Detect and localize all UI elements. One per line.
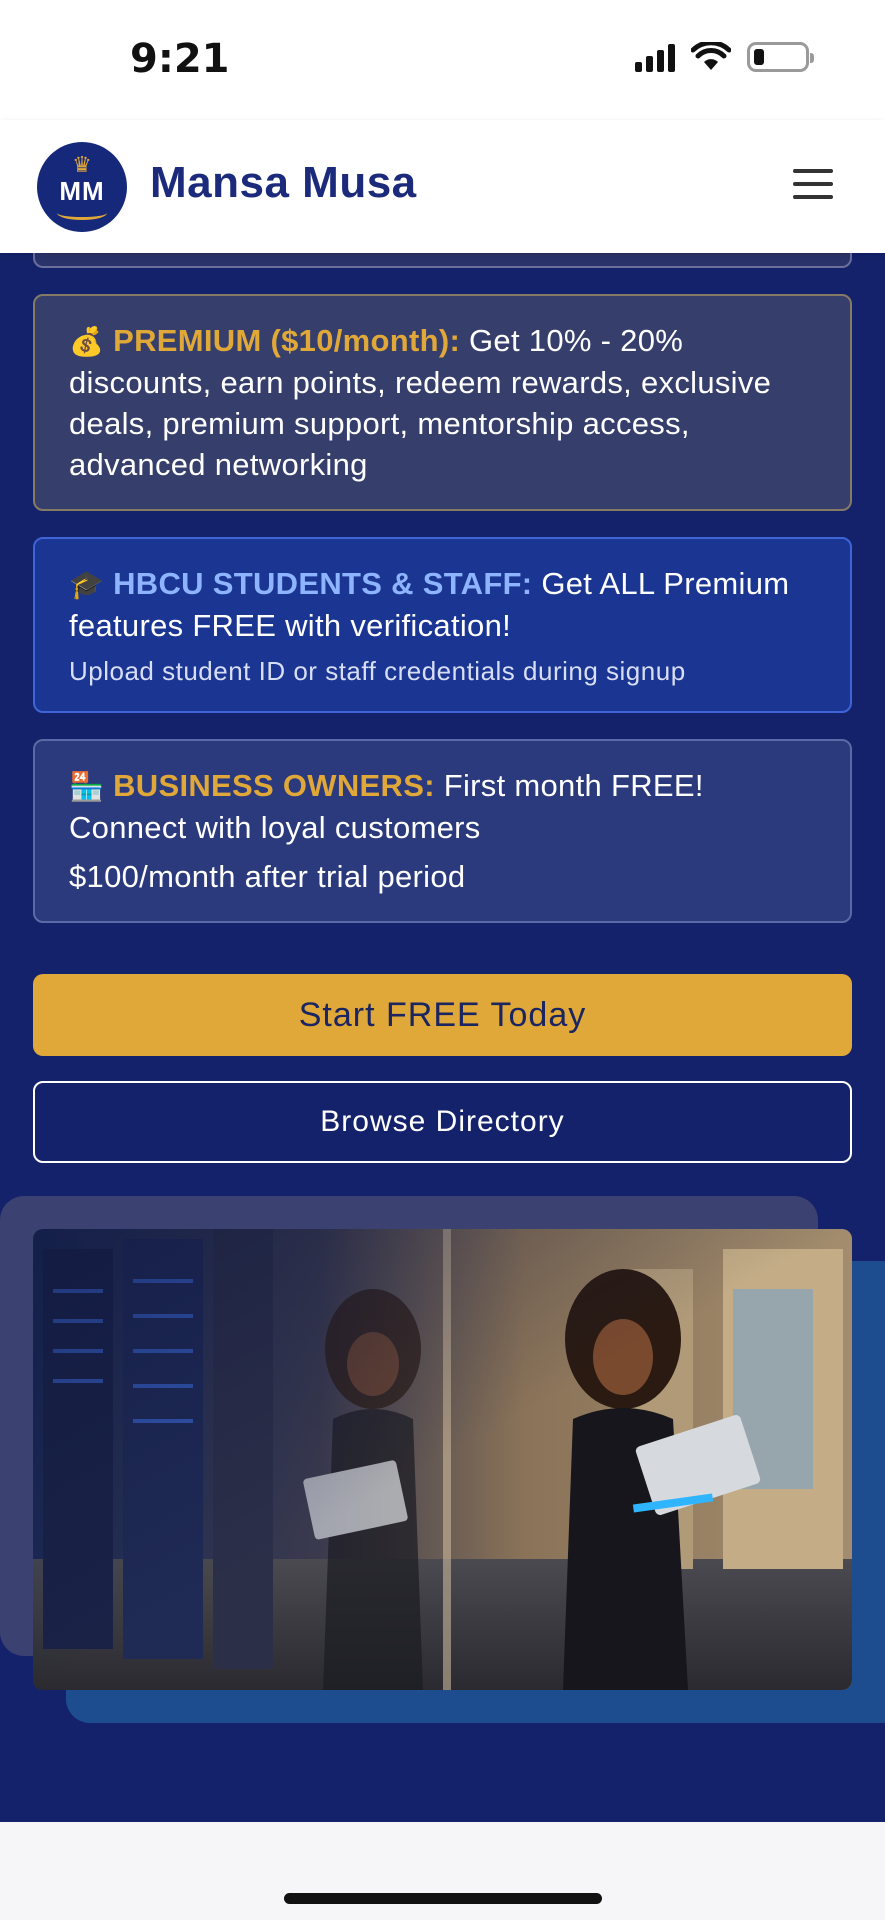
hamburger-menu-icon[interactable] — [793, 166, 833, 202]
battery-icon — [747, 42, 814, 72]
store-icon: 🏪 — [69, 771, 105, 802]
premium-tier-label: PREMIUM ($10/month): — [113, 323, 461, 358]
site-header: ♛ MM Mansa Musa — [0, 120, 885, 253]
money-bag-icon: 💰 — [69, 326, 105, 357]
hero-photo — [33, 1229, 852, 1690]
logo-initials: MM — [59, 175, 105, 206]
status-icons — [635, 42, 814, 72]
logo[interactable]: ♛ MM — [37, 142, 127, 232]
wifi-icon — [691, 42, 731, 70]
crown-icon: ♛ — [72, 152, 92, 177]
status-bar: 9:21 — [0, 0, 885, 120]
signal-icon — [635, 42, 675, 72]
brand-name[interactable]: Mansa Musa — [150, 158, 417, 208]
browse-directory-button[interactable]: Browse Directory — [33, 1081, 852, 1163]
hbcu-verification-note: Upload student ID or staff credentials d… — [69, 656, 686, 686]
hbcu-tier-card: 🎓 HBCU STUDENTS & STAFF: Get ALL Premium… — [33, 537, 852, 713]
status-time: 9:21 — [130, 36, 230, 82]
logo-arc — [57, 206, 107, 220]
bottom-safe-area — [0, 1822, 885, 1920]
hbcu-tier-label: HBCU STUDENTS & STAFF: — [113, 566, 533, 601]
start-free-button[interactable]: Start FREE Today — [33, 974, 852, 1056]
premium-tier-card: 💰 PREMIUM ($10/month): Get 10% - 20% dis… — [33, 294, 852, 511]
business-price-note: $100/month after trial period — [69, 859, 466, 894]
business-tier-label: BUSINESS OWNERS: — [113, 768, 435, 803]
main-content: 💰 PREMIUM ($10/month): Get 10% - 20% dis… — [0, 253, 885, 1822]
business-tier-card: 🏪 BUSINESS OWNERS: First month FREE! Con… — [33, 739, 852, 923]
home-indicator[interactable] — [284, 1893, 602, 1904]
previous-tier-card — [33, 253, 852, 268]
graduation-cap-icon: 🎓 — [69, 569, 105, 600]
